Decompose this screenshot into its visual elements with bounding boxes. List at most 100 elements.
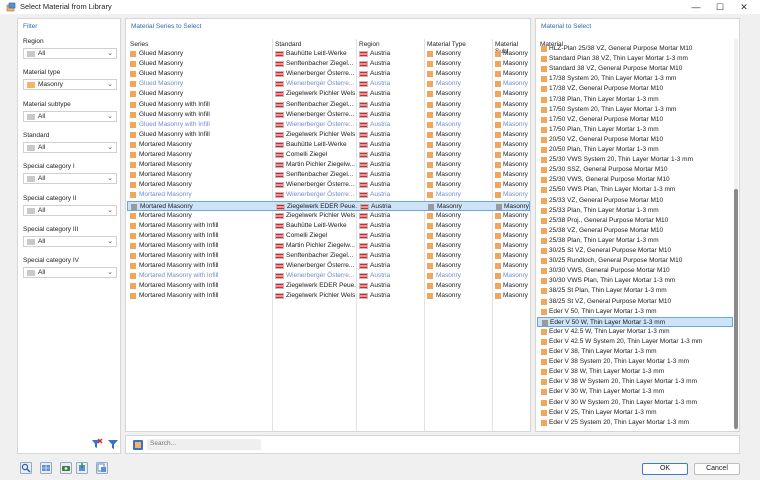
material-swatch-icon	[130, 172, 136, 179]
list-item[interactable]: 30/30 VWS, General Purpose Mortar M10	[537, 266, 733, 276]
list-item[interactable]: 25/30 VWS System 20, Thin Layer Mortar 1…	[537, 155, 733, 165]
list-item[interactable]: Standard Plan 38 VZ, Thin Layer Mortar 1…	[537, 54, 733, 64]
library-icon[interactable]	[132, 439, 144, 451]
list-item[interactable]: 25/50 VWS Plan, Thin Layer Mortar 1-3 mm	[537, 185, 733, 195]
list-item[interactable]: 25/30 VWS, General Purpose Mortar M10	[537, 175, 733, 185]
list-item[interactable]: Eder V 25 System 20, Thin Layer Mortar 1…	[537, 418, 733, 428]
table-row[interactable]: Glued Masonry with Infill Wienerberger Ös…	[127, 120, 530, 130]
list-item[interactable]: 30/25 St VZ, General Purpose Mortar M10	[537, 246, 733, 256]
table-row[interactable]: Glued Masonry Senftenbacher Ziegel... Aust…	[127, 59, 530, 69]
table-row[interactable]: Mortared Masonry Ziegelwerk EDER Peue... A…	[127, 200, 530, 211]
list-item[interactable]: Eder V 38 W System 20, Thin Layer Mortar…	[537, 377, 733, 387]
minimize-button[interactable]: —	[684, 0, 708, 14]
list-item[interactable]: 30/25 Rundloch, General Purpose Mortar M…	[537, 256, 733, 266]
search-icon[interactable]	[20, 462, 32, 474]
list-item[interactable]: Eder V 30 W, Thin Layer Mortar 1-3 mm	[537, 387, 733, 397]
table-row[interactable]: Mortared Masonry with Infill Senftenbache…	[127, 251, 530, 261]
list-item[interactable]: Eder V 38, Thin Layer Mortar 1-3 mm	[537, 347, 733, 357]
table-row[interactable]: Glued Masonry Wienerberger Österre... Aust…	[127, 69, 530, 79]
table-row[interactable]: Mortared Masonry with Infill Wienerberger…	[127, 261, 530, 271]
table-row[interactable]: Mortared Masonry Martin Pichler Ziegelw..…	[127, 160, 530, 170]
table-row[interactable]: Mortared Masonry Ziegelwerk Pichler Wels A…	[127, 211, 530, 221]
table-row[interactable]: Mortared Masonry Senftenbacher Ziegel... A…	[127, 170, 530, 180]
table-row[interactable]: Mortared Masonry with Infill Comelli Zieg…	[127, 231, 530, 241]
column-header-series[interactable]: Series	[130, 41, 148, 48]
table-row[interactable]: Glued Masonry with Infill Wienerberger Ös…	[127, 110, 530, 120]
color-swatch-icon	[27, 176, 35, 183]
filter-select[interactable]: Masonry ⌄	[23, 79, 117, 91]
table-row[interactable]: Mortared Masonry Wienerberger Österre... A…	[127, 180, 530, 190]
ok-button[interactable]: OK	[642, 463, 688, 475]
table-row[interactable]: Glued Masonry with Infill Ziegelwerk Pich…	[127, 130, 530, 140]
table-row[interactable]: Glued Masonry Ziegelwerk Pichler Wels Aust…	[127, 89, 530, 99]
table-row[interactable]: Mortared Masonry Comelli Ziegel Austria Mas…	[127, 150, 530, 160]
filter-icon[interactable]	[107, 438, 119, 450]
filter-select[interactable]: All ⌄	[23, 267, 117, 279]
list-item[interactable]: 20/50 Plan, Thin Layer Mortar 1-3 mm	[537, 145, 733, 155]
list-item[interactable]: 17/50 VZ, General Purpose Mortar M10	[537, 115, 733, 125]
list-item[interactable]: 30/30 VWS Plan, Thin Layer Mortar 1-3 mm	[537, 276, 733, 286]
list-item[interactable]: Standard 38 VZ, General Purpose Mortar M…	[537, 64, 733, 74]
list-item[interactable]: 17/38 Plan, Thin Layer Mortar 1-3 mm	[537, 95, 733, 105]
scrollbar-thumb[interactable]	[734, 189, 738, 429]
list-item[interactable]: 25/33 VZ, General Purpose Mortar M10	[537, 196, 733, 206]
table-row[interactable]: Mortared Masonry with Infill Ziegelwerk E…	[127, 281, 530, 291]
list-item[interactable]: 17/50 Plan, Thin Layer Mortar 1-3 mm	[537, 125, 733, 135]
filter-select[interactable]: All ⌄	[23, 141, 117, 153]
list-item[interactable]: Eder V 30 W System 20, Thin Layer Mortar…	[537, 398, 733, 408]
maximize-button[interactable]: ☐	[708, 0, 732, 14]
list-item[interactable]: 17/38 System 20, Thin Layer Mortar 1-3 m…	[537, 74, 733, 84]
material-label: Standard 38 VZ, General Purpose Mortar M…	[549, 65, 683, 73]
list-item[interactable]: 25/38 VZ, General Purpose Mortar M10	[537, 226, 733, 236]
camera-icon[interactable]	[60, 462, 72, 474]
clear-filter-icon[interactable]	[91, 438, 103, 450]
material-label: 17/50 Plan, Thin Layer Mortar 1-3 mm	[549, 125, 659, 133]
table-row[interactable]: Mortared Masonry with Infill Ziegelwerk P…	[127, 291, 530, 301]
table-row[interactable]: Mortared Masonry with Infill Bauhütte Lei…	[127, 221, 530, 231]
table-icon[interactable]	[40, 462, 52, 474]
list-item[interactable]: Eder V 42.5 W System 20, Thin Layer Mort…	[537, 337, 733, 347]
column-header-region[interactable]: Region	[359, 41, 380, 48]
list-item[interactable]: Eder V 50, Thin Layer Mortar 1-3 mm	[537, 307, 733, 317]
cell-standard: Wienerberger Österre...	[286, 191, 355, 199]
column-header-standard[interactable]: Standard	[275, 41, 301, 48]
list-item[interactable]: 38/25 St VZ, General Purpose Mortar M10	[537, 297, 733, 307]
austria-flag-icon	[275, 222, 284, 229]
austria-flag-icon	[275, 162, 284, 169]
column-header-material-type[interactable]: Material Type	[427, 41, 466, 48]
filter-select[interactable]: All ⌄	[23, 110, 117, 122]
filter-select[interactable]: All ⌄	[23, 173, 117, 185]
cancel-button[interactable]: Cancel	[694, 463, 740, 475]
table-row[interactable]: Mortared Masonry Wienerberger Österre... A…	[127, 190, 530, 200]
list-item[interactable]: 25/33 Plan, Thin Layer Mortar 1-3 mm	[537, 206, 733, 216]
list-item[interactable]: Eder V 50 W, Thin Layer Mortar 1-3 mm	[537, 316, 733, 327]
table-row[interactable]: Mortared Masonry with Infill Martin Pichl…	[127, 241, 530, 251]
cell-standard: Comelli Ziegel	[286, 231, 328, 239]
table-row[interactable]: Mortared Masonry with Infill Wienerberger…	[127, 271, 530, 281]
list-item[interactable]: Eder V 25, Thin Layer Mortar 1-3 mm	[537, 408, 733, 418]
close-button[interactable]: ✕	[732, 0, 756, 14]
table-row[interactable]: Glued Masonry with Infill Senftenbacher Z…	[127, 100, 530, 110]
list-item[interactable]: 25/38 Plan, Thin Layer Mortar 1-3 mm	[537, 236, 733, 246]
filter-select[interactable]: All ⌄	[23, 48, 117, 59]
filter-select[interactable]: All ⌄	[23, 204, 117, 216]
list-item[interactable]: Eder V 42.5 W, Thin Layer Mortar 1-3 mm	[537, 327, 733, 337]
list-item[interactable]: 25/38 Proj., General Purpose Mortar M10	[537, 216, 733, 226]
table-row[interactable]: Mortared Masonry Bauhütte Leitl-Werke Aust…	[127, 140, 530, 150]
export-icon[interactable]	[96, 462, 108, 474]
table-row[interactable]: Glued Masonry Bauhütte Leitl-Werke Austria…	[127, 49, 530, 59]
search-input[interactable]: Search...	[147, 439, 261, 450]
filter-select[interactable]: All ⌄	[23, 235, 117, 247]
list-item[interactable]: 38/25 St Plan, Thin Layer Mortar 1-3 mm	[537, 286, 733, 296]
list-item[interactable]: 17/38 VZ, General Purpose Mortar M10	[537, 84, 733, 94]
import-icon[interactable]	[76, 462, 88, 474]
list-item[interactable]: HLZ-Plan 25/38 VZ, General Purpose Morta…	[537, 44, 733, 54]
filter-value: All	[38, 206, 46, 214]
list-item[interactable]: 20/50 VZ, General Purpose Mortar M10	[537, 135, 733, 145]
list-item[interactable]: Eder V 38 W, Thin Layer Mortar 1-3 mm	[537, 367, 733, 377]
list-item[interactable]: 17/50 System 20, Thin Layer Mortar 1-3 m…	[537, 105, 733, 115]
list-item[interactable]: 25/30 SSZ, General Purpose Mortar M10	[537, 165, 733, 175]
material-scrollbar[interactable]	[734, 39, 738, 431]
list-item[interactable]: Eder V 38 System 20, Thin Layer Mortar 1…	[537, 357, 733, 367]
table-row[interactable]: Glued Masonry Wienerberger Österre... Aust…	[127, 79, 530, 89]
